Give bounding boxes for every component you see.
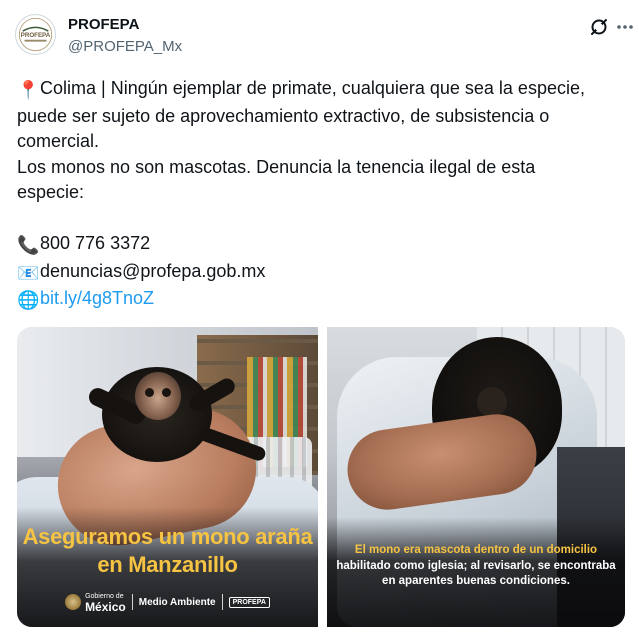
avatar[interactable]: PROFEPA [15,14,56,55]
photo-1-caption-line-1: Aseguramos un mono araña [22,524,313,549]
grok-icon [591,19,607,35]
photo-1-caption: Aseguramos un mono araña en Manzanillo [17,523,318,579]
phone-icon: 📞 [17,235,40,255]
post-line-4: Los monos no son mascotas. Denuncia la t… [17,156,536,177]
photo-1[interactable]: Aseguramos un mono araña en Manzanillo G… [17,327,318,627]
logo-gob-bottom: México [85,599,126,614]
government-logos: Gobierno de México Medio Ambiente PROFEP… [17,591,318,613]
short-link[interactable]: bit.ly/4g8TnoZ [40,288,154,308]
post-line-1-text: Colima | Ningún ejemplar de primate, cua… [40,78,585,98]
logo-divider [221,594,223,610]
avatar-text: PROFEPA [21,32,51,39]
author-name[interactable]: PROFEPA [68,16,182,34]
gobierno-mexico-logo: Gobierno de México [65,592,126,613]
photo-2-caption-line-1: El mono era mascota dentro de un domicil… [354,544,598,556]
post: PROFEPA PROFEPA @PROFEPA_Mx 📍Colima | Ni… [0,0,639,637]
photo-2-caption: El mono era mascota dentro de un domicil… [333,543,619,590]
profepa-logo: PROFEPA [18,17,53,52]
email-line: 📧denuncias@profepa.gob.mx [17,259,629,287]
more-icon [617,25,633,29]
photo-1-caption-line-2: en Manzanillo [97,552,238,577]
post-line-3: comercial. [17,131,100,151]
post-line-1: 📍Colima | Ningún ejemplar de primate, cu… [17,76,629,104]
media-grid: Aseguramos un mono araña en Manzanillo G… [17,327,625,627]
photo-2[interactable]: El mono era mascota dentro de un domicil… [327,327,625,627]
profepa-logo-small: PROFEPA [228,596,270,608]
grok-button[interactable] [586,14,612,40]
globe-icon: 🌐 [17,290,40,310]
email-address: denuncias@profepa.gob.mx [40,260,266,281]
post-line-5: especie: [17,182,85,202]
mexico-seal-icon [65,594,82,610]
medio-ambiente-logo: Medio Ambiente [138,596,216,608]
post-line-2: puede ser sujeto de aprovechamiento extr… [17,105,550,126]
author-handle[interactable]: @PROFEPA_Mx [68,37,182,57]
pin-icon: 📍 [17,80,40,100]
more-button[interactable] [612,14,638,40]
post-text: 📍Colima | Ningún ejemplar de primate, cu… [17,76,629,314]
phone-line: 📞800 776 3372 [17,231,629,259]
photo-2-caption-line-2: habilitado como iglesia; al revisarlo, s… [336,559,616,572]
link-line: 🌐bit.ly/4g8TnoZ [17,286,629,314]
email-icon: 📧 [17,262,40,283]
photo-2-caption-line-3: en aparentes buenas condiciones. [382,575,570,587]
logo-divider [131,594,133,610]
author-block: PROFEPA @PROFEPA_Mx [68,16,182,57]
phone-number: 800 776 3372 [40,233,151,253]
